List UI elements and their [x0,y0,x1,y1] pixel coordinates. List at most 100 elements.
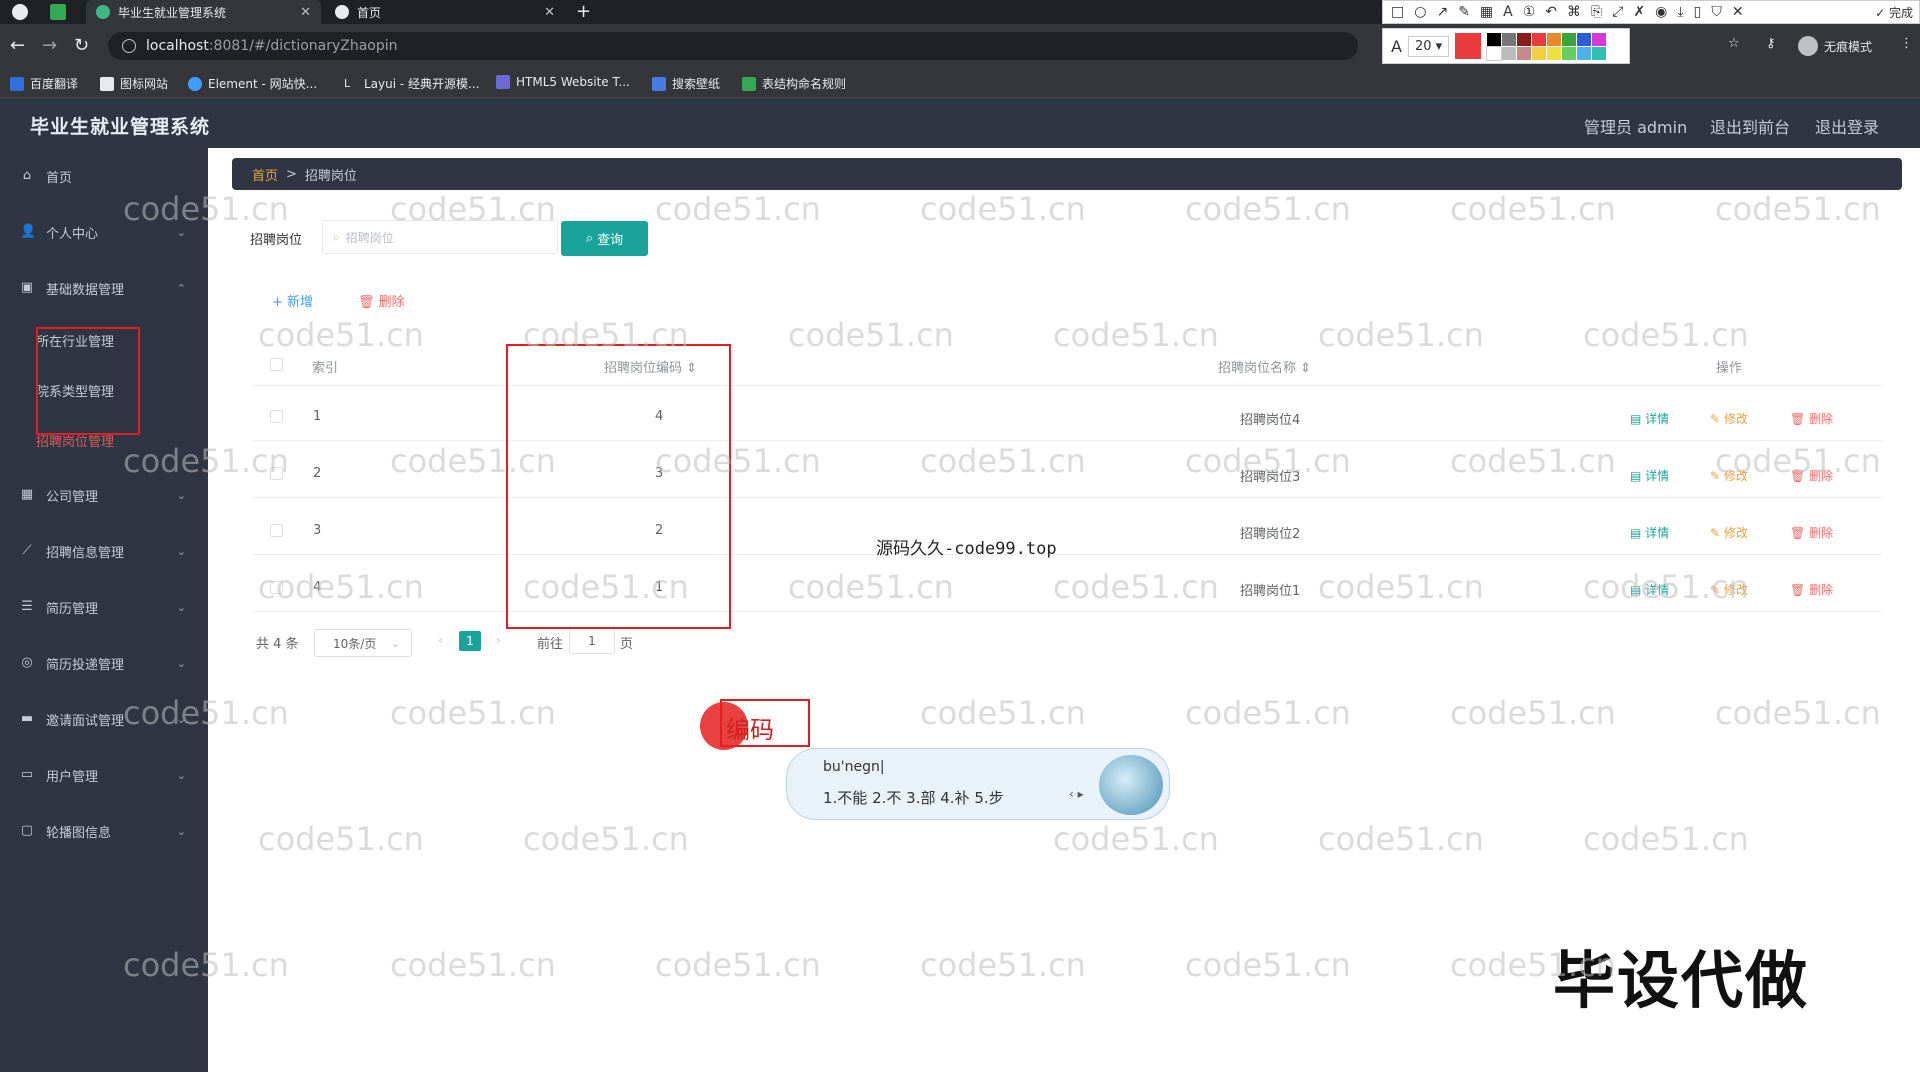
translate-icon[interactable]: ⌘ [1567,4,1581,20]
url-field[interactable]: localhost:8081/#/dictionaryZhaopin [108,32,1358,60]
bookmark-item[interactable]: 表结构命名规则 [742,75,846,92]
reload-icon[interactable]: ↻ [74,36,89,56]
page-size-select[interactable]: 10条/页 ⌄ [314,629,412,657]
bookmark-item[interactable]: 搜索壁纸 [652,75,720,92]
forward-icon[interactable]: → [42,36,57,56]
record-icon[interactable]: ◉ [1655,4,1667,20]
ime-logo-icon [1099,755,1163,815]
sidebar-item-basic-data[interactable]: ▣ 基础数据管理 ⌃ [0,268,208,308]
translate-icon [10,76,24,91]
tab-active[interactable]: 毕业生就业管理系统 ✕ [86,0,321,24]
watermark: code51.cn [920,190,1086,228]
detail-button[interactable]: ▤ 详情 [1630,524,1669,541]
arrow-tool-icon[interactable]: ↗ [1436,4,1448,20]
bookmark-item[interactable]: HTML5 Website T... [496,75,630,89]
pinned-tab-icon[interactable] [50,4,66,20]
chevron-up-icon: ⌃ [176,281,186,295]
key-icon[interactable]: ⚷ [1766,36,1776,51]
edit-button[interactable]: ✎ 修改 [1710,581,1748,598]
sidebar-item-users[interactable]: ▭ 用户管理 ⌄ [0,755,208,795]
sidebar-item-resume[interactable]: ☰ 简历管理 ⌄ [0,587,208,627]
row-checkbox[interactable] [270,524,283,537]
menu-icon[interactable]: ⋮ [1900,36,1913,51]
detail-button[interactable]: ▤ 详情 [1630,410,1669,427]
close-icon[interactable]: ✕ [544,5,555,20]
save-icon[interactable]: ▯ [1694,4,1702,20]
incognito-icon [1798,36,1818,56]
new-tab-button[interactable]: + [576,1,591,23]
batch-delete-button[interactable]: 🗑 删除 [358,291,405,310]
chevron-down-icon: ⌄ [176,824,186,838]
color-swatches[interactable] [1486,32,1607,61]
back-icon[interactable]: ← [10,36,25,56]
ellipse-tool-icon[interactable]: ○ [1414,4,1426,20]
bookmark-item[interactable]: 图标网站 [100,75,168,92]
bookmark-item[interactable]: Element - 网站快... [188,75,317,92]
download-icon[interactable]: ⤓ [1677,4,1683,20]
sidebar-item-resume-delivery[interactable]: ◎ 简历投递管理 ⌄ [0,643,208,683]
edit-button[interactable]: ✎ 修改 [1710,467,1748,484]
select-all-checkbox[interactable] [270,358,283,371]
undo-icon[interactable]: ↶ [1545,4,1557,20]
detail-button[interactable]: ▤ 详情 [1630,467,1669,484]
bookmark-item[interactable]: 百度翻译 [10,75,78,92]
bookmark-icon[interactable]: ⛉ [1711,4,1722,20]
text-tool-icon[interactable]: A [1503,4,1513,20]
query-button[interactable]: ⌕ 查询 [561,221,648,256]
back-to-frontend-link[interactable]: 退出到前台 [1710,114,1790,138]
current-color-swatch[interactable] [1455,33,1482,59]
delete-button[interactable]: 🗑 删除 [1790,581,1833,598]
sidebar-item-carousel[interactable]: ▢ 轮播图信息 ⌄ [0,811,208,851]
watermark: code51.cn [1318,316,1484,354]
goto-page-input[interactable]: 1 [569,628,615,654]
chevron-down-icon: ⌄ [176,600,186,614]
number-tool-icon[interactable]: ① [1523,4,1536,20]
page-suffix: 页 [620,637,634,652]
sidebar-item-profile[interactable]: 👤 个人中心 ⌄ [0,212,208,252]
logout-link[interactable]: 退出登录 [1815,114,1879,138]
sidebar-item-company[interactable]: ▦ 公司管理 ⌄ [0,475,208,515]
watermark: code51.cn [1053,316,1219,354]
mosaic-tool-icon[interactable]: ▦ [1480,4,1493,20]
edit-button[interactable]: ✎ 修改 [1710,410,1748,427]
tab-title: 毕业生就业管理系统 [118,5,227,20]
pin-icon[interactable]: ✗ [1633,4,1645,20]
col-header-name[interactable]: 招聘岗位名称 ⇕ [1218,357,1311,376]
delete-button[interactable]: 🗑 删除 [1790,410,1833,427]
search-input[interactable]: ⌕ 招聘岗位 [322,220,558,254]
current-page[interactable]: 1 [459,631,481,651]
address-bar-row: ← → ↻ localhost:8081/#/dictionaryZhaopin… [0,24,1920,68]
delete-button[interactable]: 🗑 删除 [1790,467,1833,484]
close-icon[interactable]: ✕ [300,5,311,20]
cell-index: 2 [313,466,322,481]
star-icon[interactable]: ☆ [1728,36,1740,51]
row-checkbox[interactable] [270,467,283,480]
ime-page-icon[interactable]: ‹ ▸ [1069,787,1084,801]
incognito-badge[interactable]: 无痕模式 [1798,36,1872,56]
edit-button[interactable]: ✎ 修改 [1710,524,1748,541]
detail-button[interactable]: ▤ 详情 [1630,581,1669,598]
font-size-select[interactable]: 20 ▾ [1407,35,1450,57]
info-icon[interactable] [122,39,136,53]
tab-home[interactable]: 首页 ✕ [325,0,565,24]
sidebar-item-home[interactable]: ⌂ 首页 [0,156,208,196]
scale-icon[interactable]: ⤢ [1612,4,1623,20]
watermark: code51.cn [1318,568,1484,606]
pen-tool-icon[interactable]: ✎ [1458,4,1470,20]
close-icon[interactable]: ✕ [1732,4,1744,20]
prev-page-icon[interactable]: ‹ [438,633,443,647]
ime-candidates[interactable]: 1.不能 2.不 3.部 4.补 5.步 [823,787,1004,808]
delete-button[interactable]: 🗑 删除 [1790,524,1833,541]
bookmark-item[interactable]: L Layui - 经典开源模... [344,75,479,92]
done-button[interactable]: ✓ 完成 [1875,4,1913,21]
rectangle-tool-icon[interactable]: □ [1391,4,1404,20]
copy-icon[interactable]: ⎘ [1591,4,1602,20]
next-page-icon[interactable]: › [496,633,501,647]
row-checkbox[interactable] [270,581,283,594]
add-button[interactable]: + 新增 [272,291,313,310]
sidebar-item-interview[interactable]: ▬ 邀请面试管理 ⌄ [0,699,208,739]
breadcrumb-home[interactable]: 首页 [252,165,278,184]
sidebar-item-recruit-info[interactable]: ⟋ 招聘信息管理 ⌄ [0,531,208,571]
sort-icon[interactable]: ⇕ [1300,361,1311,376]
row-checkbox[interactable] [270,410,283,423]
